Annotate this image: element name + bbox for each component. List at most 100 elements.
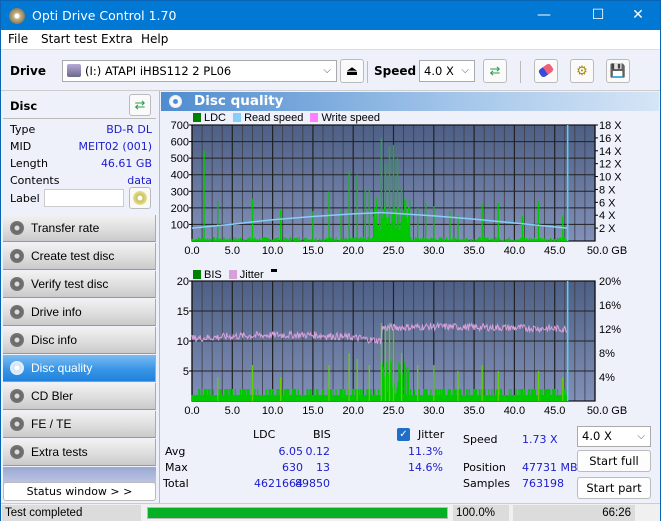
transfer-rate-icon (10, 221, 24, 235)
y2-tick-label: 2 X (599, 223, 616, 235)
x-tick-label: 5.0 (225, 405, 240, 417)
progress-text: 100.0% (453, 505, 509, 521)
x-tick-label: 5.0 (225, 245, 240, 257)
y2-tick-label: 14 X (599, 146, 622, 158)
nav-label: Verify test disc (31, 277, 109, 291)
x-tick-label: 20.0 (342, 405, 363, 417)
y2-tick-label: 18 X (599, 121, 622, 132)
stats-total-bis: 89850 (295, 477, 330, 490)
nav-extra-tests[interactable]: Extra tests (3, 439, 156, 466)
progress-bar (147, 507, 448, 519)
toolbar-separator (520, 61, 521, 83)
disc-value: data (127, 174, 152, 187)
nav-create-test-disc[interactable]: Create test disc (3, 243, 156, 270)
disc-key: Length (10, 157, 48, 170)
disc-header: Disc ⇄ (3, 93, 156, 119)
disc-value: BD-R DL (106, 123, 152, 136)
menu-start-test[interactable]: Start test (41, 32, 97, 46)
jitter-label: Jitter (418, 428, 445, 441)
test-speed-select[interactable]: 4.0 X ⌵ (577, 426, 651, 447)
start-part-button[interactable]: Start part (577, 477, 651, 499)
y2-tick-label: 8 X (599, 184, 616, 196)
legend-marker (270, 269, 277, 272)
eject-icon: ⏏ (345, 63, 359, 78)
save-button[interactable]: 💾 (606, 59, 630, 83)
nav-label: Extra tests (31, 445, 88, 459)
x-tick-label: 35.0 (463, 405, 484, 417)
x-tick-label: 15.0 (302, 245, 323, 257)
disc-icon (133, 191, 147, 205)
refresh-button[interactable]: ⇄ (483, 59, 507, 83)
x-tick-label: 40.0 (504, 405, 525, 417)
y2-tick-label: 4% (599, 372, 615, 384)
nav-label: Create test disc (31, 249, 115, 263)
window-title: Opti Drive Control 1.70 (32, 8, 177, 23)
ldc-chart: 0.0 5.0 10.0 15.0 20.0 25.0 30.0 35.0 40.0 45.0 50… (171, 121, 628, 257)
nav-disc-quality[interactable]: Disc quality (3, 355, 156, 382)
erase-button[interactable] (534, 59, 558, 83)
disc-value: 46.61 GB (100, 157, 152, 170)
position-value: 47731 MB (522, 461, 578, 474)
settings-button[interactable]: ⚙ (570, 59, 594, 83)
bis-chart: 0.0 5.0 10.0 15.0 20.0 25.0 30.0 35.0 40.0 45.0 50… (177, 277, 627, 417)
nav-disc-info[interactable]: Disc info (3, 327, 156, 354)
disc-key: Type (10, 123, 36, 136)
app-window: Opti Drive Control 1.70 — ☐ ✕ File Start… (0, 0, 661, 521)
disc-row-type: Type BD-R DL (10, 123, 152, 139)
stats-total-label: Total (163, 477, 189, 490)
title-bar: Opti Drive Control 1.70 — ☐ ✕ (1, 1, 660, 30)
verify-disc-icon (10, 277, 24, 291)
y-tick-label: 600 (171, 137, 189, 149)
create-disc-icon (10, 249, 24, 263)
close-button[interactable]: ✕ (615, 1, 661, 30)
y2-tick-label: 4 X (599, 210, 616, 222)
chevron-down-icon: ⌵ (461, 65, 469, 76)
menu-file[interactable]: File (8, 32, 28, 46)
refresh-icon: ⇄ (134, 97, 146, 112)
minimize-button[interactable]: — (521, 1, 567, 30)
jitter-checkbox[interactable]: ✓ (397, 428, 410, 441)
start-full-button[interactable]: Start full (577, 450, 651, 472)
status-window-button[interactable]: Status window > > (3, 482, 156, 501)
y2-tick-label: 12 X (599, 159, 622, 171)
nav-label: Disc quality (31, 361, 93, 375)
menu-help[interactable]: Help (141, 32, 168, 46)
progress-fill (148, 508, 447, 518)
disc-label-input[interactable] (44, 189, 124, 207)
eject-button[interactable]: ⏏ (340, 59, 364, 83)
chevron-down-icon: ⌵ (637, 431, 645, 442)
menu-extra[interactable]: Extra (101, 32, 133, 46)
y-tick-label: 400 (171, 170, 189, 182)
speed-select[interactable]: 4.0 X ⌵ (419, 60, 475, 82)
nav-drive-info[interactable]: Drive info (3, 299, 156, 326)
nav-label: Drive info (31, 305, 82, 319)
x-tick-label: 15.0 (302, 405, 323, 417)
x-tick-label: 30.0 (423, 405, 444, 417)
y-tick-label: 300 (171, 186, 189, 198)
x-tick-label: 20.0 (342, 245, 363, 257)
nav-label: Transfer rate (31, 221, 100, 235)
toolbar-separator (367, 61, 368, 83)
x-tick-label: 50.0 GB (587, 405, 627, 417)
nav-fe-te[interactable]: FE / TE (3, 411, 156, 438)
nav-verify-test-disc[interactable]: Verify test disc (3, 271, 156, 298)
refresh-icon: ⇄ (489, 63, 501, 78)
disc-quality-icon (10, 361, 24, 375)
disc-label-button[interactable] (129, 187, 151, 209)
x-tick-label: 30.0 (423, 245, 444, 257)
y2-tick-label: 8% (599, 348, 615, 360)
drive-select[interactable]: (I:) ATAPI iHBS112 2 PL06 ⌵ (62, 60, 337, 82)
nav-label: FE / TE (31, 417, 72, 431)
speed-select-value: 4.0 X (424, 64, 454, 78)
drive-info-icon (10, 305, 24, 319)
menu-bar: File Start test Extra Help (1, 30, 660, 49)
nav-transfer-rate[interactable]: Transfer rate (3, 215, 156, 242)
y-tick-label: 100 (171, 219, 189, 231)
y2-tick-label: 16% (599, 300, 621, 312)
nav-cd-bler[interactable]: CD Bler (3, 383, 156, 410)
chevron-down-icon: ⌵ (323, 65, 331, 76)
x-tick-label: 45.0 (544, 405, 565, 417)
x-tick-label: 45.0 (544, 245, 565, 257)
y-tick-label: 20 (177, 277, 189, 288)
disc-refresh-button[interactable]: ⇄ (129, 94, 151, 116)
